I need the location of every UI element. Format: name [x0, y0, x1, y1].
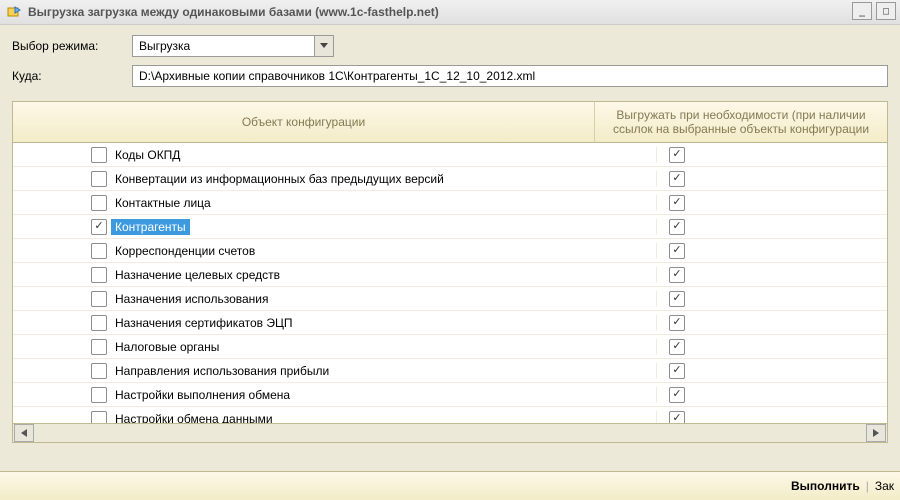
table-row[interactable]: Коды ОКПД [13, 143, 887, 167]
config-grid: Объект конфигурации Выгружать при необхо… [12, 101, 888, 443]
path-row: Куда: D:\Архивные копии справочников 1С\… [12, 65, 888, 87]
table-row[interactable]: Назначения использования [13, 287, 887, 311]
triangle-right-icon [873, 429, 879, 437]
table-row[interactable]: Корреспонденции счетов [13, 239, 887, 263]
export-checkbox[interactable] [669, 411, 685, 424]
table-row[interactable]: Назначения сертификатов ЭЦП [13, 311, 887, 335]
path-input[interactable]: D:\Архивные копии справочников 1С\Контра… [132, 65, 888, 87]
table-row[interactable]: Контактные лица [13, 191, 887, 215]
export-checkbox[interactable] [669, 195, 685, 211]
export-checkbox[interactable] [669, 219, 685, 235]
export-checkbox[interactable] [669, 267, 685, 283]
export-checkbox[interactable] [669, 147, 685, 163]
object-label: Направления использования прибыли [111, 363, 333, 379]
table-row[interactable]: Настройки обмена данными [13, 407, 887, 423]
window-controls: _ □ [852, 2, 896, 20]
object-label: Контактные лица [111, 195, 215, 211]
object-label: Налоговые органы [111, 339, 223, 355]
object-label: Назначение целевых средств [111, 267, 284, 283]
mode-select[interactable]: Выгрузка [132, 35, 334, 57]
object-label: Назначения сертификатов ЭЦП [111, 315, 297, 331]
form-area: Выбор режима: Выгрузка Куда: D:\Архивные… [0, 25, 900, 101]
object-checkbox[interactable] [91, 219, 107, 235]
horizontal-scrollbar[interactable] [13, 423, 887, 442]
mode-select-value: Выгрузка [133, 36, 314, 56]
object-checkbox[interactable] [91, 363, 107, 379]
execute-button[interactable]: Выполнить [791, 479, 860, 493]
object-label: Назначения использования [111, 291, 272, 307]
export-checkbox[interactable] [669, 387, 685, 403]
object-checkbox[interactable] [91, 291, 107, 307]
table-row[interactable]: Назначение целевых средств [13, 263, 887, 287]
column-header-object[interactable]: Объект конфигурации [13, 102, 595, 142]
export-checkbox[interactable] [669, 291, 685, 307]
object-label: Корреспонденции счетов [111, 243, 259, 259]
object-checkbox[interactable] [91, 339, 107, 355]
bottom-toolbar: Выполнить | Зак [0, 471, 900, 500]
object-label: Конвертации из информационных баз предыд… [111, 171, 448, 187]
export-checkbox[interactable] [669, 243, 685, 259]
window-title: Выгрузка загрузка между одинаковыми база… [28, 5, 439, 19]
chevron-down-icon [320, 43, 328, 49]
close-button[interactable]: Зак [875, 479, 894, 493]
titlebar: Выгрузка загрузка между одинаковыми база… [0, 0, 900, 25]
app-icon [6, 4, 22, 20]
maximize-button[interactable]: □ [876, 2, 896, 20]
table-row[interactable]: Настройки выполнения обмена [13, 383, 887, 407]
mode-label: Выбор режима: [12, 39, 132, 53]
object-label: Настройки выполнения обмена [111, 387, 294, 403]
object-label: Коды ОКПД [111, 147, 184, 163]
grid-header: Объект конфигурации Выгружать при необхо… [13, 102, 887, 143]
object-checkbox[interactable] [91, 195, 107, 211]
table-row[interactable]: Контрагенты [13, 215, 887, 239]
scroll-left-button[interactable] [14, 424, 34, 442]
object-label: Настройки обмена данными [111, 411, 277, 424]
path-label: Куда: [12, 69, 132, 83]
export-checkbox[interactable] [669, 339, 685, 355]
object-checkbox[interactable] [91, 411, 107, 424]
mode-row: Выбор режима: Выгрузка [12, 35, 888, 57]
export-checkbox[interactable] [669, 363, 685, 379]
table-row[interactable]: Налоговые органы [13, 335, 887, 359]
object-checkbox[interactable] [91, 315, 107, 331]
table-row[interactable]: Направления использования прибыли [13, 359, 887, 383]
window: Выгрузка загрузка между одинаковыми база… [0, 0, 900, 500]
scroll-right-button[interactable] [866, 424, 886, 442]
object-label: Контрагенты [111, 219, 190, 235]
object-checkbox[interactable] [91, 171, 107, 187]
object-checkbox[interactable] [91, 267, 107, 283]
object-checkbox[interactable] [91, 387, 107, 403]
column-header-export[interactable]: Выгружать при необходимости (при наличии… [595, 102, 887, 142]
minimize-button[interactable]: _ [852, 2, 872, 20]
grid-body: Коды ОКПД Конвертации из информационных б… [13, 143, 887, 423]
object-checkbox[interactable] [91, 243, 107, 259]
mode-select-dropdown-button[interactable] [314, 36, 333, 56]
table-row[interactable]: Конвертации из информационных баз предыд… [13, 167, 887, 191]
export-checkbox[interactable] [669, 315, 685, 331]
object-checkbox[interactable] [91, 147, 107, 163]
separator: | [866, 479, 869, 493]
export-checkbox[interactable] [669, 171, 685, 187]
triangle-left-icon [21, 429, 27, 437]
